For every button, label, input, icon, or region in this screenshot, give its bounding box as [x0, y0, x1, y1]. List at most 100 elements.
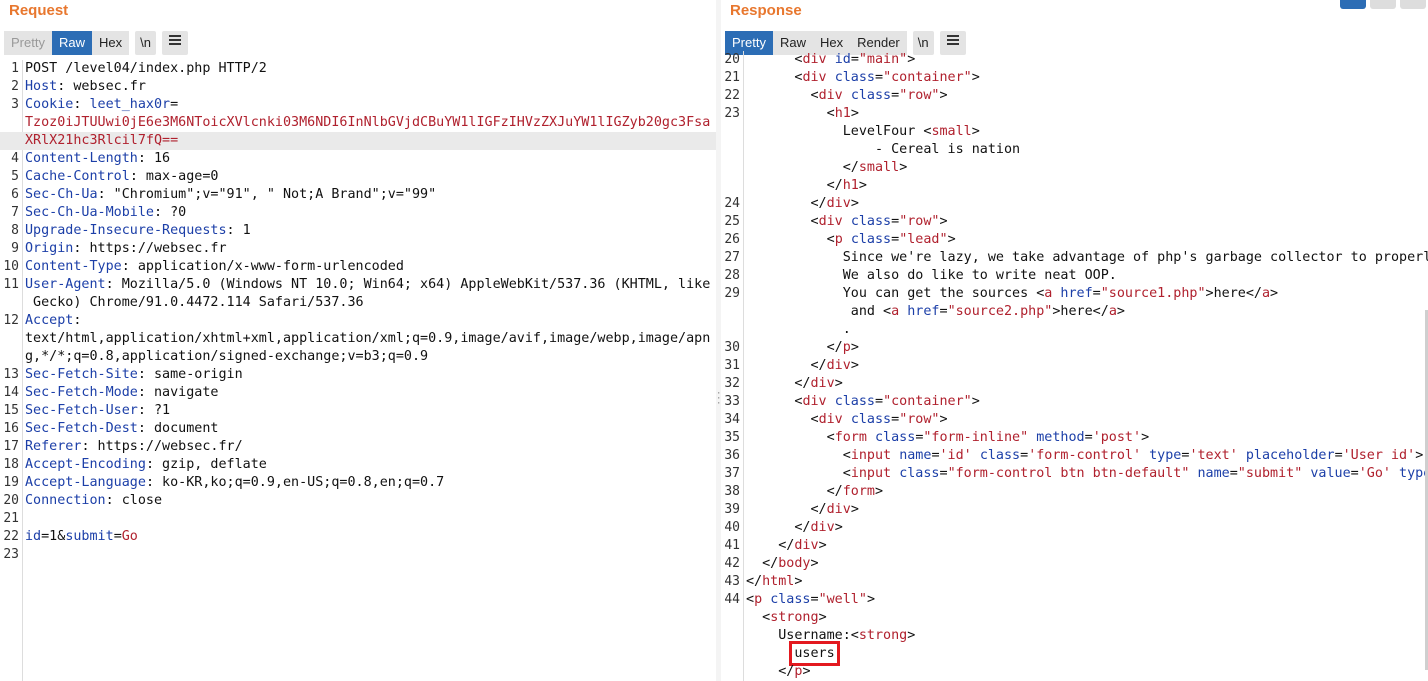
- code-token: class: [834, 70, 875, 85]
- line-number: 19: [3, 475, 19, 490]
- line-text: LevelFour <small>: [746, 123, 980, 141]
- line-number: 22: [3, 529, 19, 544]
- code-token: >: [794, 574, 803, 589]
- line-number: 16: [3, 421, 19, 436]
- code-token: :: [73, 97, 90, 112]
- code-line: - Cereal is nation: [721, 141, 1428, 159]
- code-token: >: [1270, 286, 1279, 301]
- code-token: div: [794, 538, 819, 553]
- code-line: 31 </div>: [721, 357, 1428, 375]
- line-number: 44: [724, 592, 740, 607]
- code-token: Accept-Encoding: [25, 457, 146, 472]
- line-text: Accept-Encoding: gzip, deflate: [25, 456, 267, 474]
- code-line: 40 </div>: [721, 519, 1428, 537]
- code-line: 6 Sec-Ch-Ua: "Chromium";v="91", " Not;A B…: [0, 186, 716, 204]
- code-token: We also do like to write neat OOP.: [746, 268, 1117, 283]
- line-text: <p class="lead">: [746, 231, 956, 249]
- code-token: =: [1092, 286, 1101, 301]
- code-token: >: [939, 88, 948, 103]
- tab-raw[interactable]: Raw: [51, 31, 92, 55]
- line-text: </html>: [746, 573, 802, 591]
- line-text: </p>: [746, 339, 859, 357]
- code-line: 21 <div class="container">: [721, 69, 1428, 87]
- code-token: 'Go': [1358, 466, 1391, 481]
- layout-vertical-icon[interactable]: [1370, 0, 1396, 9]
- code-token: =: [891, 88, 900, 103]
- code-line: </small>: [721, 159, 1428, 177]
- response-title: Response: [730, 2, 802, 19]
- code-token: strong: [858, 628, 908, 643]
- code-token: p: [754, 592, 763, 607]
- line-number: 22: [724, 88, 740, 103]
- line-text: Cookie: leet_hax0r=: [25, 96, 178, 114]
- code-token: : close: [105, 493, 163, 508]
- line-number: 6: [11, 187, 19, 202]
- code-token: <: [746, 412, 819, 427]
- code-token: class: [899, 466, 940, 481]
- code-line: text/html,application/xhtml+xml,applicat…: [0, 330, 716, 348]
- request-editor[interactable]: 1 POST /level04/index.php HTTP/2 2 Host: we…: [0, 60, 716, 681]
- code-token: Accept: [25, 313, 74, 328]
- line-text: XRlX21hc3Rlcil7fQ==: [25, 132, 178, 150]
- code-token: Tzoz0iJTUUwi0jE6e3M6NToicXVlcnki03M6NDI6…: [25, 115, 711, 130]
- code-token: : same-origin: [137, 367, 243, 382]
- code-token: : https://websec.fr: [73, 241, 227, 256]
- code-token: Referer: [25, 439, 82, 454]
- code-line: 11 User-Agent: Mozilla/5.0 (Windows NT 10…: [0, 276, 716, 294]
- code-line: 19 Accept-Language: ko-KR,ko;q=0.9,en-US;…: [0, 474, 716, 492]
- line-number: 4: [11, 151, 19, 166]
- code-token: Sec-Fetch-User: [25, 403, 138, 418]
- code-token: Sec-Fetch-Mode: [25, 385, 138, 400]
- code-line: and <a href="source2.php">here</a>: [721, 303, 1428, 321]
- line-text: Username:<strong>: [746, 627, 915, 645]
- line-text: .: [746, 321, 851, 339]
- layout-tabs-icon[interactable]: [1400, 0, 1426, 9]
- tab-pretty[interactable]: Pretty: [4, 31, 52, 55]
- layout-buttons: [1340, 0, 1426, 9]
- code-token: >: [1116, 304, 1125, 319]
- code-token: </: [746, 574, 763, 589]
- code-token: </: [746, 160, 859, 175]
- code-token: div: [826, 358, 851, 373]
- code-token: >: [907, 628, 916, 643]
- tab-hex[interactable]: Hex: [91, 31, 130, 55]
- line-number: 31: [724, 358, 740, 373]
- layout-side-by-side-icon[interactable]: [1340, 0, 1366, 9]
- code-token: : https://websec.fr/: [81, 439, 243, 454]
- code-line: 23 <h1>: [721, 105, 1428, 123]
- line-number: 5: [11, 169, 19, 184]
- newline-toggle-button[interactable]: \n: [135, 31, 156, 55]
- code-token: >: [939, 214, 948, 229]
- code-line: </p>: [721, 663, 1428, 681]
- code-token: >: [850, 358, 859, 373]
- code-line: 33 <div class="container">: [721, 393, 1428, 411]
- menu-button[interactable]: [161, 31, 188, 55]
- code-token: "row": [899, 412, 940, 427]
- code-line: 25 <div class="row">: [721, 213, 1428, 231]
- code-token: >here</: [1052, 304, 1109, 319]
- code-token: Go: [121, 529, 138, 544]
- code-line: 23: [0, 546, 716, 564]
- line-number: 36: [724, 448, 740, 463]
- line-text: Accept:: [25, 312, 81, 330]
- code-token: submit: [65, 529, 114, 544]
- line-text: <strong>: [746, 609, 827, 627]
- line-text: text/html,application/xhtml+xml,applicat…: [25, 330, 710, 348]
- code-token: : Mozilla/5.0 (Windows NT 10.0; Win64; x…: [105, 277, 711, 292]
- line-text: POST /level04/index.php HTTP/2: [25, 60, 267, 78]
- line-text: Connection: close: [25, 492, 162, 510]
- line-number: 13: [3, 367, 19, 382]
- code-line: <strong>: [721, 609, 1428, 627]
- line-text: Sec-Fetch-User: ?1: [25, 402, 170, 420]
- line-text: <div class="row">: [746, 213, 948, 231]
- code-token: =: [1334, 448, 1343, 463]
- code-token: "form-control btn btn-default": [947, 466, 1190, 481]
- response-editor[interactable]: 20 <div id="main"> 21 <div class="contain…: [721, 51, 1428, 681]
- code-token: "source1.php": [1100, 286, 1206, 301]
- code-token: class: [770, 592, 811, 607]
- line-text: <div class="row">: [746, 87, 948, 105]
